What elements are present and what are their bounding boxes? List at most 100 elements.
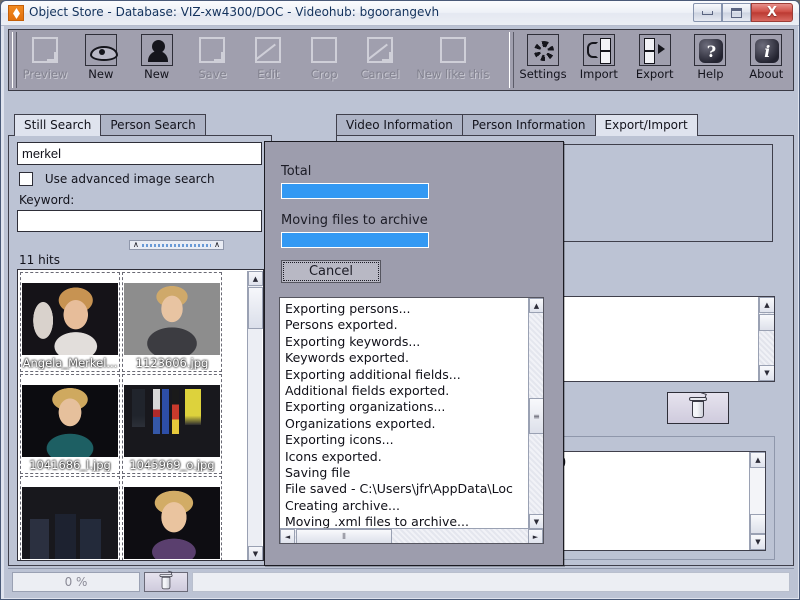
crop-button[interactable]: Crop <box>298 32 350 90</box>
scroll-up-icon[interactable]: ▲ <box>750 452 765 468</box>
status-progress-bar: 0 % <box>12 572 140 592</box>
client-area: Preview New New Save Edit Crop Cancel Ne… <box>4 26 798 598</box>
export-log-listbox[interactable]: Exporting persons... Persons exported. E… <box>279 297 544 544</box>
settings-button[interactable]: Settings <box>517 32 569 90</box>
info-icon: i <box>750 34 783 66</box>
hits-count: 11 hits <box>19 253 60 267</box>
tab-person-information[interactable]: Person Information <box>461 114 596 135</box>
advanced-search-checkbox[interactable] <box>19 172 33 186</box>
scrollbar-thumb[interactable] <box>248 287 263 329</box>
subtask-progress-bar <box>281 232 429 248</box>
scroll-down-icon[interactable]: ▼ <box>759 365 774 381</box>
cancel-line-icon <box>364 34 396 66</box>
scrollbar-thumb[interactable]: ⦀ <box>296 529 392 543</box>
left-tabstrip: Still Search Person Search <box>14 114 206 136</box>
list-item[interactable]: Angela_Merkel... <box>20 272 120 372</box>
new-person-button[interactable]: New <box>131 32 183 90</box>
thumbnail-grid[interactable]: Angela_Merkel... 1123606.jpg 1041686_l.j… <box>17 269 264 561</box>
help-button[interactable]: ? Help <box>684 32 736 90</box>
log-line: Icons exported. <box>285 448 382 464</box>
save-button[interactable]: Save <box>186 32 238 90</box>
scroll-down-icon[interactable]: ▼ <box>750 534 765 550</box>
scroll-down-icon[interactable]: ▼ <box>529 514 543 529</box>
scroll-up-icon[interactable]: ▲ <box>248 271 263 286</box>
scroll-up-icon[interactable]: ▲ <box>529 298 543 313</box>
log-line: Organizations exported. <box>285 415 436 431</box>
scrollbar-thumb[interactable]: ≡ <box>529 398 543 434</box>
tab-export-import[interactable]: Export/Import <box>594 114 698 136</box>
thumbnail-image <box>124 487 220 559</box>
scrollbar-thumb[interactable] <box>750 514 765 534</box>
tab-still-search[interactable]: Still Search <box>14 114 102 136</box>
tab-video-information[interactable]: Video Information <box>336 114 463 135</box>
about-button[interactable]: i About <box>740 32 792 90</box>
status-trash-button[interactable] <box>144 570 188 592</box>
total-progress-fill <box>282 184 428 198</box>
close-button[interactable]: X <box>751 3 793 22</box>
import-button[interactable]: Import <box>573 32 625 90</box>
log-line: Exporting additional fields... <box>285 366 461 382</box>
log-horizontal-scrollbar[interactable]: ◄ ⦀ ► <box>280 528 543 543</box>
maximize-button[interactable] <box>722 3 751 22</box>
gear-icon <box>527 34 559 66</box>
thumbnail-caption: Angela_Merkel... <box>22 356 118 370</box>
advanced-search-row[interactable]: Use advanced image search <box>19 172 215 186</box>
trash-can-icon <box>159 570 173 590</box>
diamond-icon <box>8 5 24 21</box>
subtask-progress-fill <box>282 233 428 247</box>
status-bar: 0 % <box>8 568 794 594</box>
list-item[interactable]: 1045969_o.jpg <box>122 374 222 474</box>
toolbar-group-right: Settings Import Export ? Help i About <box>517 30 792 92</box>
delete-from-queue-button[interactable] <box>667 392 729 424</box>
thumbnail-image <box>22 385 118 457</box>
application-window: Object Store - Database: VIZ-xw4300/DOC … <box>0 0 800 600</box>
scroll-left-icon[interactable]: ◄ <box>280 529 295 543</box>
crop-frame-icon <box>308 34 340 66</box>
new-like-this-button[interactable]: New like this <box>410 32 496 90</box>
right-tabstrip: Video Information Person Information Exp… <box>336 114 698 136</box>
edit-button[interactable]: Edit <box>242 32 294 90</box>
scroll-up-icon[interactable]: ▲ <box>759 297 774 313</box>
new-like-this-frame-icon <box>437 34 469 66</box>
advanced-search-label: Use advanced image search <box>44 172 215 186</box>
keyword-input[interactable] <box>17 210 262 232</box>
export-button[interactable]: Export <box>629 32 681 90</box>
log-line: Keywords exported. <box>285 350 409 366</box>
scroll-right-icon[interactable]: ► <box>528 529 543 543</box>
new-still-button[interactable]: New <box>75 32 127 90</box>
list-item[interactable] <box>122 476 222 560</box>
log-vertical-scrollbar[interactable]: ▲ ≡ ▼ <box>528 298 543 529</box>
list-item[interactable]: 1123606.jpg <box>122 272 222 372</box>
trash-can-icon <box>689 392 707 419</box>
log-line: Exporting icons... <box>285 432 394 448</box>
dialog-cancel-button[interactable]: Cancel <box>281 260 381 283</box>
scroll-down-icon[interactable]: ▼ <box>248 546 263 560</box>
scrollbar-thumb[interactable] <box>759 314 774 331</box>
minimize-button[interactable] <box>693 3 722 22</box>
main-toolbar: Preview New New Save Edit Crop Cancel Ne… <box>8 29 794 91</box>
splitter-caret-left: ∧ <box>133 240 139 249</box>
toolbar-grip-right[interactable] <box>509 32 514 88</box>
log-line: Exporting keywords... <box>285 333 421 349</box>
focus-rectangle <box>283 262 379 281</box>
thumbnail-grid-scrollbar[interactable]: ▲ ▼ <box>247 271 263 560</box>
toolbar-grip-left[interactable] <box>12 32 17 88</box>
search-input[interactable] <box>17 142 262 165</box>
person-head-icon <box>140 34 173 66</box>
cancel-button[interactable]: Cancel <box>354 32 406 90</box>
export-queue-scrollbar[interactable]: ▲ ▼ <box>758 297 774 381</box>
log-line: Saving file <box>285 465 351 481</box>
thumbnail-image <box>22 283 118 355</box>
tab-person-search[interactable]: Person Search <box>100 114 206 135</box>
export-path-scrollbar[interactable]: ▲ ▼ <box>749 452 765 550</box>
edit-line-icon <box>252 34 284 66</box>
panel-splitter-handle[interactable]: ∧ ∧ <box>129 240 224 250</box>
subtask-progress-label: Moving files to archive <box>281 213 428 228</box>
list-item[interactable]: 1041686_l.jpg <box>20 374 120 474</box>
log-line: Exporting persons... <box>285 301 411 316</box>
preview-button[interactable]: Preview <box>19 32 71 90</box>
list-item[interactable] <box>20 476 120 560</box>
thumbnail-image <box>124 385 220 457</box>
splitter-caret-right: ∧ <box>214 240 220 249</box>
log-line: Additional fields exported. <box>285 383 450 399</box>
